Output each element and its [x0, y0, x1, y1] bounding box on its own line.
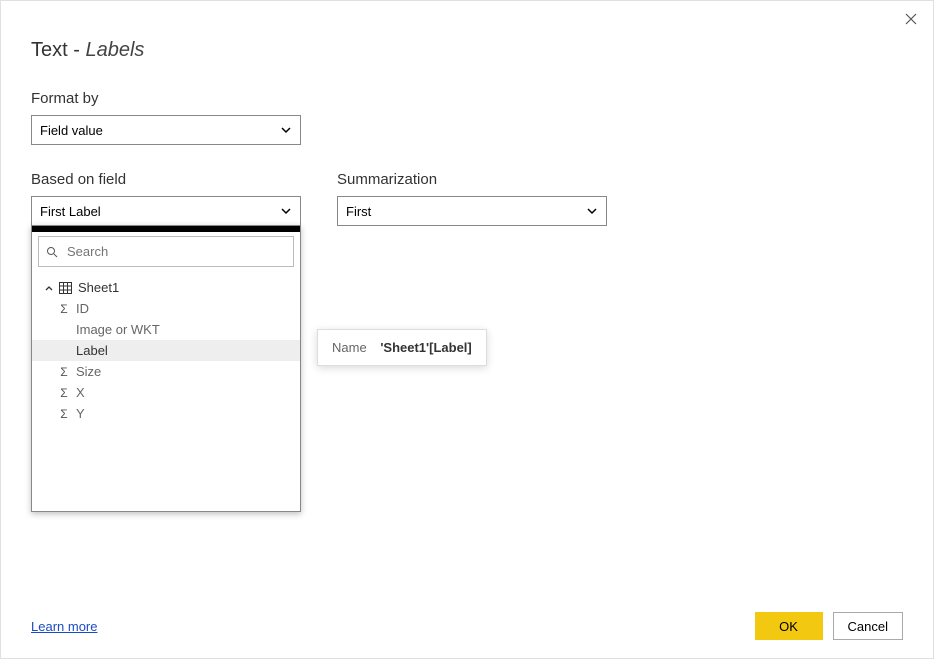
- chevron-up-icon: [42, 283, 56, 293]
- close-button[interactable]: [901, 9, 921, 29]
- tooltip-label: Name: [332, 340, 367, 355]
- based-on-field-label: Based on field: [31, 171, 301, 188]
- dialog-text-labels: Text - Labels Format by Field value Base…: [0, 0, 934, 659]
- sigma-icon: Σ: [56, 365, 72, 379]
- field-picker-dropdown: Sheet1 Σ ID Image or WKT Label: [31, 225, 301, 512]
- dialog-title: Text - Labels: [31, 39, 903, 62]
- summarization-label: Summarization: [337, 171, 607, 188]
- tree-field-y[interactable]: Σ Y: [32, 403, 300, 424]
- title-labels: Labels: [85, 39, 144, 61]
- search-icon: [45, 245, 59, 259]
- based-on-field-select[interactable]: First Label: [31, 196, 301, 226]
- ok-button[interactable]: OK: [755, 612, 823, 640]
- table-icon: [56, 282, 74, 294]
- tree-field-x[interactable]: Σ X: [32, 382, 300, 403]
- tree-field-size[interactable]: Σ Size: [32, 361, 300, 382]
- tree-field-label[interactable]: Label: [32, 340, 300, 361]
- search-input[interactable]: [63, 241, 287, 262]
- dropdown-top-bar: [32, 226, 300, 232]
- tree-table-sheet1[interactable]: Sheet1: [32, 277, 300, 298]
- format-by-select[interactable]: Field value: [31, 115, 301, 145]
- learn-more-link[interactable]: Learn more: [31, 619, 97, 634]
- format-by-label: Format by: [31, 90, 903, 107]
- tree-table-label: Sheet1: [78, 280, 119, 295]
- field-tooltip: Name 'Sheet1'[Label]: [317, 329, 487, 366]
- search-row: [38, 236, 294, 267]
- button-group: OK Cancel: [755, 612, 903, 640]
- title-prefix: Text -: [31, 39, 85, 61]
- sigma-icon: Σ: [56, 386, 72, 400]
- field-tree: Sheet1 Σ ID Image or WKT Label: [32, 271, 300, 511]
- summarization-select[interactable]: First: [337, 196, 607, 226]
- tree-field-id[interactable]: Σ ID: [32, 298, 300, 319]
- close-icon: [905, 13, 917, 25]
- tooltip-value: 'Sheet1'[Label]: [380, 340, 471, 355]
- tree-field-image-or-wkt[interactable]: Image or WKT: [32, 319, 300, 340]
- dialog-footer: Learn more OK Cancel: [31, 612, 903, 640]
- sigma-icon: Σ: [56, 302, 72, 316]
- sigma-icon: Σ: [56, 407, 72, 421]
- cancel-button[interactable]: Cancel: [833, 612, 903, 640]
